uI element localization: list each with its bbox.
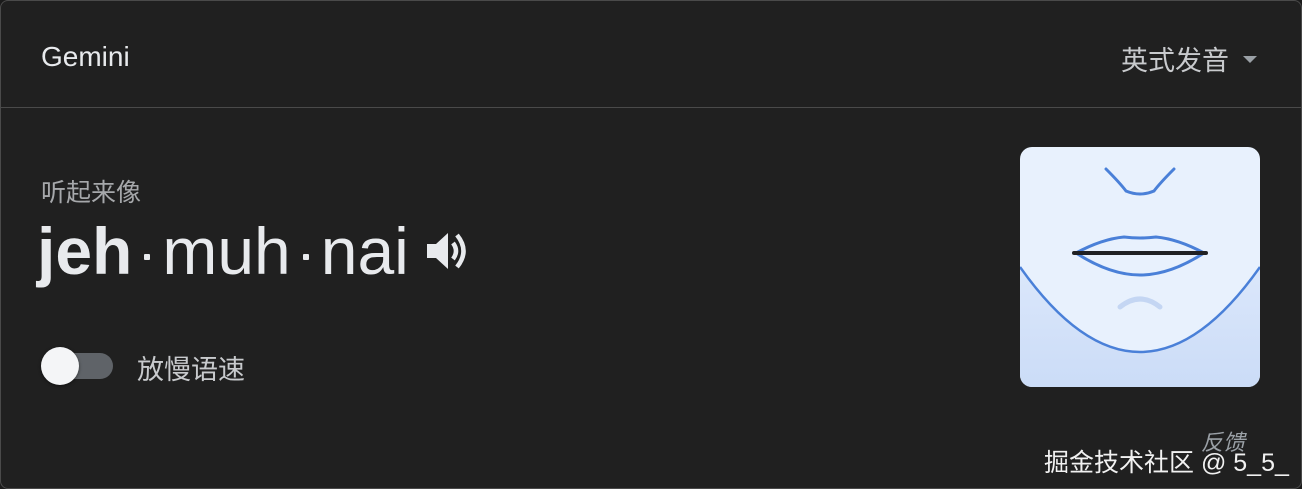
toggle-thumb: [41, 347, 79, 385]
sounds-like-label: 听起来像: [41, 179, 142, 207]
chevron-down-icon: [1243, 56, 1257, 63]
card-header: Gemini 英式发音: [1, 1, 1301, 108]
syllable: nai: [320, 214, 409, 288]
slow-speed-toggle[interactable]: [41, 347, 113, 385]
syllable-stressed: jeh: [37, 214, 133, 288]
syllable: muh: [162, 214, 291, 288]
accent-dropdown-label: 英式发音: [1121, 46, 1229, 76]
watermark: 掘金技术社区 @ 5_5_: [1044, 449, 1289, 477]
mouth-diagram-icon: [1020, 147, 1260, 387]
slow-speed-label: 放慢语速: [137, 355, 245, 385]
accent-dropdown[interactable]: 英式发音: [1121, 39, 1257, 78]
volume-up-icon[interactable]: [423, 226, 473, 276]
phonetic-spelling: jeh muh nai: [37, 209, 473, 293]
syllable-separator: [144, 254, 151, 260]
syllable-separator: [302, 254, 309, 260]
pronunciation-card: Gemini 英式发音 听起来像 jeh muh nai 放慢语速 反馈 掘金技…: [0, 0, 1302, 489]
card-title: Gemini: [41, 41, 130, 72]
